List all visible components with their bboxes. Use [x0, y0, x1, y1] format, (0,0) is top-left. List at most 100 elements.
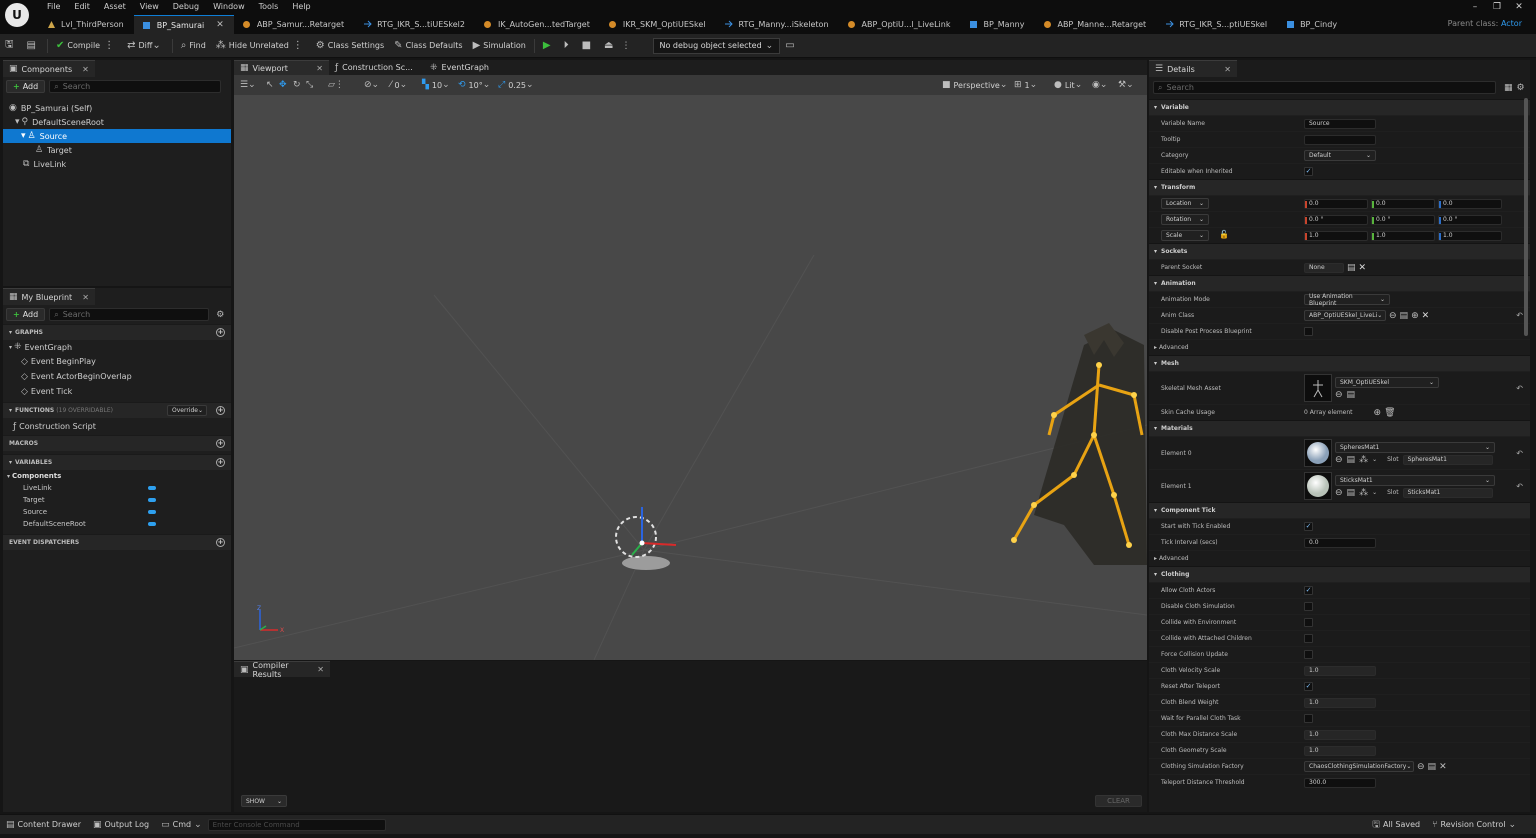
- functions-section-header[interactable]: ▾ FUNCTIONS (19 OVERRIDABLE) Override ⌄ +: [3, 402, 231, 418]
- close-window-icon[interactable]: ✕: [1508, 0, 1530, 13]
- surface-snap-button[interactable]: ⏥ ⋮: [328, 78, 344, 92]
- skeletal-mesh-thumbnail[interactable]: [1304, 374, 1332, 402]
- source-component-gizmo[interactable]: [615, 507, 677, 570]
- details-scrollbar[interactable]: [1524, 98, 1528, 336]
- anim-class-dropdown[interactable]: ABP_OptiUESkel_LiveLi ⌄: [1304, 310, 1386, 321]
- layout-dropdown[interactable]: ⊞ 1 ⌄: [1014, 78, 1037, 92]
- rotate-snap-toggle[interactable]: ⟲ 10° ⌄: [458, 78, 490, 92]
- tab-rtg-manny[interactable]: RTG_Manny...iSkeleton: [715, 15, 838, 34]
- variable-livelink[interactable]: LiveLink: [3, 482, 231, 494]
- play-button[interactable]: ▶: [538, 36, 559, 56]
- tab-bp-manny[interactable]: BP_Manny: [960, 15, 1034, 34]
- menu-asset[interactable]: Asset: [97, 1, 133, 13]
- debug-object-dropdown[interactable]: No debug object selected ⌄: [652, 37, 781, 54]
- macros-section-header[interactable]: MACROS +: [3, 435, 231, 451]
- tab-bp-cindy[interactable]: BP_Cindy: [1277, 15, 1347, 34]
- viewport-settings-dropdown[interactable]: ⚒ ⌄: [1118, 78, 1134, 92]
- menu-edit[interactable]: Edit: [67, 1, 97, 13]
- section-clothing[interactable]: ▾ Clothing: [1149, 566, 1530, 582]
- section-transform[interactable]: ▾ Transform: [1149, 179, 1530, 195]
- move-tool-button[interactable]: ✥: [279, 78, 287, 92]
- clothing-number-input[interactable]: 1.0: [1304, 745, 1376, 756]
- tab-ikr-skm-optiueskel[interactable]: IKR_SKM_OptiUESkel: [600, 15, 716, 34]
- row-advanced-tick[interactable]: ▸ Advanced: [1149, 550, 1530, 566]
- lock-icon[interactable]: 🔓: [1219, 230, 1229, 239]
- use-selected-icon[interactable]: ⊖: [1335, 488, 1343, 498]
- tick-interval-input[interactable]: 0.0: [1304, 537, 1376, 548]
- clothing-number-input[interactable]: 1.0: [1304, 729, 1376, 740]
- tab-rtg-ikr-ptiueskel[interactable]: RTG_IKR_S...ptiUESkel: [1156, 15, 1277, 34]
- menu-debug[interactable]: Debug: [166, 1, 206, 13]
- section-animation[interactable]: ▾ Animation: [1149, 275, 1530, 291]
- add-function-icon[interactable]: +: [216, 406, 225, 415]
- grid-snap-toggle[interactable]: ▚ 10 ⌄: [422, 78, 450, 92]
- my-blueprint-search-input[interactable]: ⌕ Search: [49, 308, 210, 321]
- all-saved-button[interactable]: 🖫 All Saved: [1366, 815, 1426, 835]
- more-options-icon[interactable]: ⋮: [622, 41, 631, 51]
- tab-viewport[interactable]: ▦ Viewport ✕: [234, 60, 329, 75]
- scale-dropdown[interactable]: Scale ⌄: [1161, 230, 1209, 241]
- output-log-button[interactable]: ▣ Output Log: [87, 815, 155, 835]
- use-selected-icon[interactable]: ⊖: [1417, 762, 1425, 772]
- reset-to-default-icon[interactable]: ↶: [1516, 311, 1523, 320]
- override-dropdown[interactable]: Override ⌄: [167, 405, 207, 416]
- menu-window[interactable]: Window: [206, 1, 252, 13]
- tick-enabled-checkbox[interactable]: ✓: [1304, 522, 1313, 531]
- component-livelink[interactable]: ⧉ LiveLink: [3, 157, 231, 171]
- hide-unrelated-button[interactable]: ⁂ Hide Unrelated ⋮: [211, 36, 311, 56]
- clothing-checkbox[interactable]: [1304, 618, 1313, 627]
- reset-to-default-icon[interactable]: ↶: [1516, 449, 1523, 458]
- variable-defaultsceneroot[interactable]: DefaultSceneRoot: [3, 518, 231, 530]
- material-options-icon[interactable]: ⁂: [1359, 455, 1368, 465]
- diff-button[interactable]: ⇄ Diff ⌄: [122, 36, 169, 56]
- close-icon[interactable]: ✕: [317, 665, 324, 674]
- class-defaults-button[interactable]: ✎ Class Defaults: [389, 36, 467, 56]
- select-tool-button[interactable]: ↖: [266, 78, 274, 92]
- add-element-icon[interactable]: ⊕: [1374, 408, 1382, 418]
- animation-mode-dropdown[interactable]: Use Animation Blueprint ⌄: [1304, 293, 1390, 307]
- add-new-icon[interactable]: ⊕: [1411, 311, 1419, 321]
- clothing-checkbox[interactable]: ✓: [1304, 682, 1313, 691]
- tab-lvl-thirdperson[interactable]: Lvl_ThirdPerson: [38, 15, 134, 34]
- section-materials[interactable]: ▾ Materials: [1149, 420, 1530, 436]
- browse-folder-icon[interactable]: ▤: [1428, 762, 1437, 772]
- clothing-checkbox[interactable]: [1304, 602, 1313, 611]
- component-self[interactable]: ◉ BP_Samurai (Self): [3, 101, 231, 115]
- tooltip-input[interactable]: [1304, 134, 1376, 145]
- variable-target[interactable]: Target: [3, 494, 231, 506]
- viewport-options-button[interactable]: ☰ ⌄: [240, 78, 256, 92]
- tab-rtg-ikr-tiueskel2[interactable]: RTG_IKR_S...tiUESkel2: [354, 15, 475, 34]
- section-variable[interactable]: ▾ Variable: [1149, 99, 1530, 115]
- row-advanced[interactable]: ▸ Advanced: [1149, 339, 1530, 355]
- skeletal-mesh-dropdown[interactable]: SKM_OptiUESkel ⌄: [1335, 376, 1439, 388]
- add-graph-icon[interactable]: +: [216, 328, 225, 337]
- eject-button[interactable]: ⏏: [599, 36, 621, 56]
- graphs-section-header[interactable]: ▾ GRAPHS +: [3, 324, 231, 340]
- use-selected-icon[interactable]: ⊖: [1335, 455, 1343, 465]
- viewport-scene[interactable]: [234, 95, 1147, 660]
- material-thumbnail-1[interactable]: [1304, 472, 1332, 500]
- samurai-character-skeleton[interactable]: [1011, 323, 1147, 565]
- tab-abp-optiu-livelink[interactable]: ABP_OptiU...l_LiveLink: [839, 15, 961, 34]
- clothing-checkbox[interactable]: [1304, 634, 1313, 643]
- class-settings-button[interactable]: ⚙ Class Settings: [311, 36, 389, 56]
- scale-y-input[interactable]: 1.0: [1371, 230, 1435, 241]
- variable-source[interactable]: Source: [3, 506, 231, 518]
- scale-snap-toggle[interactable]: ⤢ 0.25 ⌄: [498, 78, 534, 92]
- close-icon[interactable]: ✕: [82, 293, 89, 302]
- variables-section-header[interactable]: ▾ VARIABLES +: [3, 454, 231, 470]
- simulation-button[interactable]: ▶ Simulation: [468, 36, 531, 56]
- scale-x-input[interactable]: 1.0: [1304, 230, 1368, 241]
- show-dropdown[interactable]: SHOW ⌄: [241, 795, 287, 807]
- trash-icon[interactable]: 🗑: [1384, 408, 1395, 418]
- lit-mode-dropdown[interactable]: ● Lit ⌄: [1054, 78, 1082, 92]
- add-variable-icon[interactable]: +: [216, 458, 225, 467]
- add-dispatcher-icon[interactable]: +: [216, 538, 225, 547]
- use-selected-icon[interactable]: ⊖: [1389, 311, 1397, 321]
- stop-button[interactable]: ■: [577, 36, 599, 56]
- clothing-checkbox[interactable]: ✓: [1304, 586, 1313, 595]
- material-0-dropdown[interactable]: SpheresMat1 ⌄: [1335, 441, 1495, 453]
- browse-button[interactable]: ▤: [22, 36, 44, 56]
- minimize-icon[interactable]: –: [1464, 0, 1486, 13]
- cmd-dropdown[interactable]: ▭ Cmd ⌄: [155, 815, 208, 835]
